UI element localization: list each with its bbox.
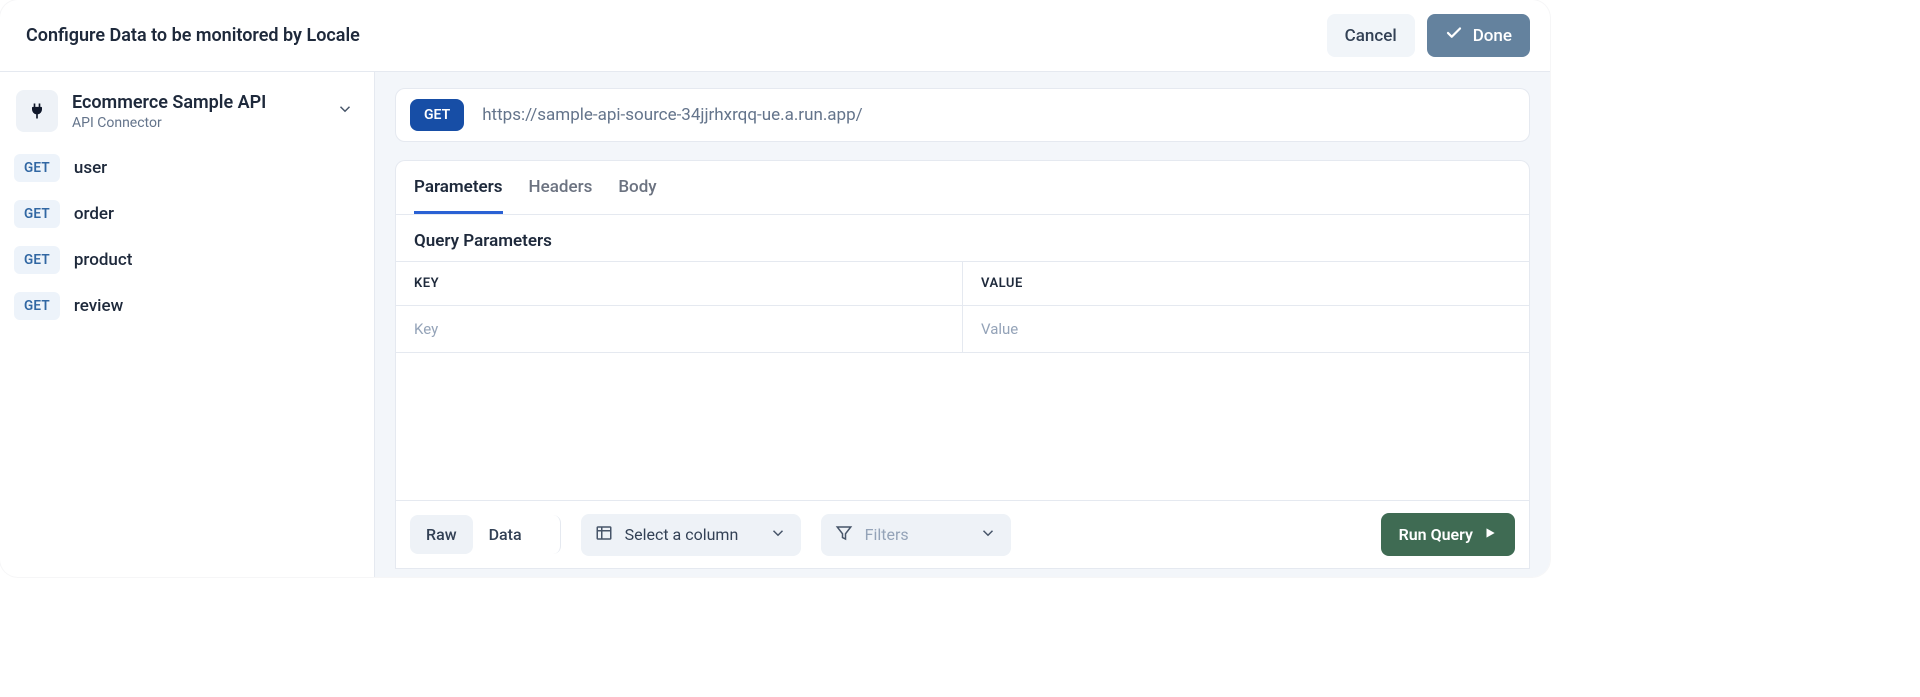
filters-label: Filters (865, 525, 909, 544)
params-table-row (396, 306, 1529, 353)
run-query-label: Run Query (1399, 525, 1473, 544)
endpoint-label: user (74, 158, 107, 178)
spacer (395, 353, 1530, 500)
plug-icon (16, 90, 58, 132)
param-value-input[interactable] (963, 306, 1529, 352)
endpoint-list: GET user GET order GET product GET revie… (14, 152, 360, 322)
method-badge: GET (14, 200, 60, 228)
connector-subtitle: API Connector (72, 115, 266, 131)
method-badge: GET (14, 292, 60, 320)
sidebar-item-user[interactable]: GET user (14, 152, 360, 184)
chevron-down-icon (979, 524, 997, 546)
sidebar: Ecommerce Sample API API Connector GET u… (0, 72, 375, 577)
filter-icon (835, 524, 853, 546)
params-value-header: VALUE (963, 262, 1529, 305)
request-row: GET https://sample-api-source-34jjrhxrqq… (395, 88, 1530, 142)
header-actions: Cancel Done (1327, 14, 1530, 57)
sidebar-item-review[interactable]: GET review (14, 290, 360, 322)
app-frame: Configure Data to be monitored by Locale… (0, 0, 1550, 577)
params-table: KEY VALUE (396, 261, 1529, 353)
view-toggle: Raw Data (410, 515, 561, 554)
endpoint-label: order (74, 204, 114, 224)
header-bar: Configure Data to be monitored by Locale… (0, 0, 1550, 72)
body-row: Ecommerce Sample API API Connector GET u… (0, 72, 1550, 577)
params-key-header: KEY (396, 262, 963, 305)
done-button[interactable]: Done (1427, 14, 1530, 57)
cancel-button[interactable]: Cancel (1327, 14, 1415, 57)
column-icon (595, 524, 613, 546)
data-toggle[interactable]: Data (473, 515, 538, 554)
done-label: Done (1473, 26, 1512, 46)
endpoint-label: product (74, 250, 133, 270)
select-column-dropdown[interactable]: Select a column (581, 514, 801, 556)
check-icon (1445, 24, 1463, 47)
results-toolbar: Raw Data Select a column (395, 500, 1530, 569)
tab-headers[interactable]: Headers (529, 161, 593, 214)
connector-info: Ecommerce Sample API API Connector (72, 92, 266, 131)
params-table-header: KEY VALUE (396, 261, 1529, 306)
sidebar-item-order[interactable]: GET order (14, 198, 360, 230)
method-badge: GET (14, 246, 60, 274)
select-column-label: Select a column (625, 525, 739, 544)
connector-row[interactable]: Ecommerce Sample API API Connector (14, 84, 360, 146)
request-method-badge[interactable]: GET (410, 99, 464, 131)
play-icon (1483, 525, 1497, 544)
sidebar-item-product[interactable]: GET product (14, 244, 360, 276)
connector-name: Ecommerce Sample API (72, 92, 266, 113)
main-panel: GET https://sample-api-source-34jjrhxrqq… (375, 72, 1550, 577)
request-url[interactable]: https://sample-api-source-34jjrhxrqq-ue.… (482, 105, 1515, 125)
query-params-title: Query Parameters (396, 215, 1529, 261)
tab-row: Parameters Headers Body (396, 161, 1529, 215)
raw-toggle[interactable]: Raw (410, 515, 473, 554)
tabs-card: Parameters Headers Body Query Parameters… (395, 160, 1530, 353)
param-key-input[interactable] (396, 306, 963, 352)
page-title: Configure Data to be monitored by Locale (26, 25, 360, 46)
tab-body[interactable]: Body (618, 161, 656, 214)
chevron-down-icon (336, 100, 354, 122)
filters-dropdown[interactable]: Filters (821, 514, 1011, 556)
method-badge: GET (14, 154, 60, 182)
tab-parameters[interactable]: Parameters (414, 161, 503, 214)
chevron-down-icon (769, 524, 787, 546)
run-query-button[interactable]: Run Query (1381, 513, 1515, 556)
bottom-pad (395, 569, 1530, 577)
endpoint-label: review (74, 296, 123, 316)
